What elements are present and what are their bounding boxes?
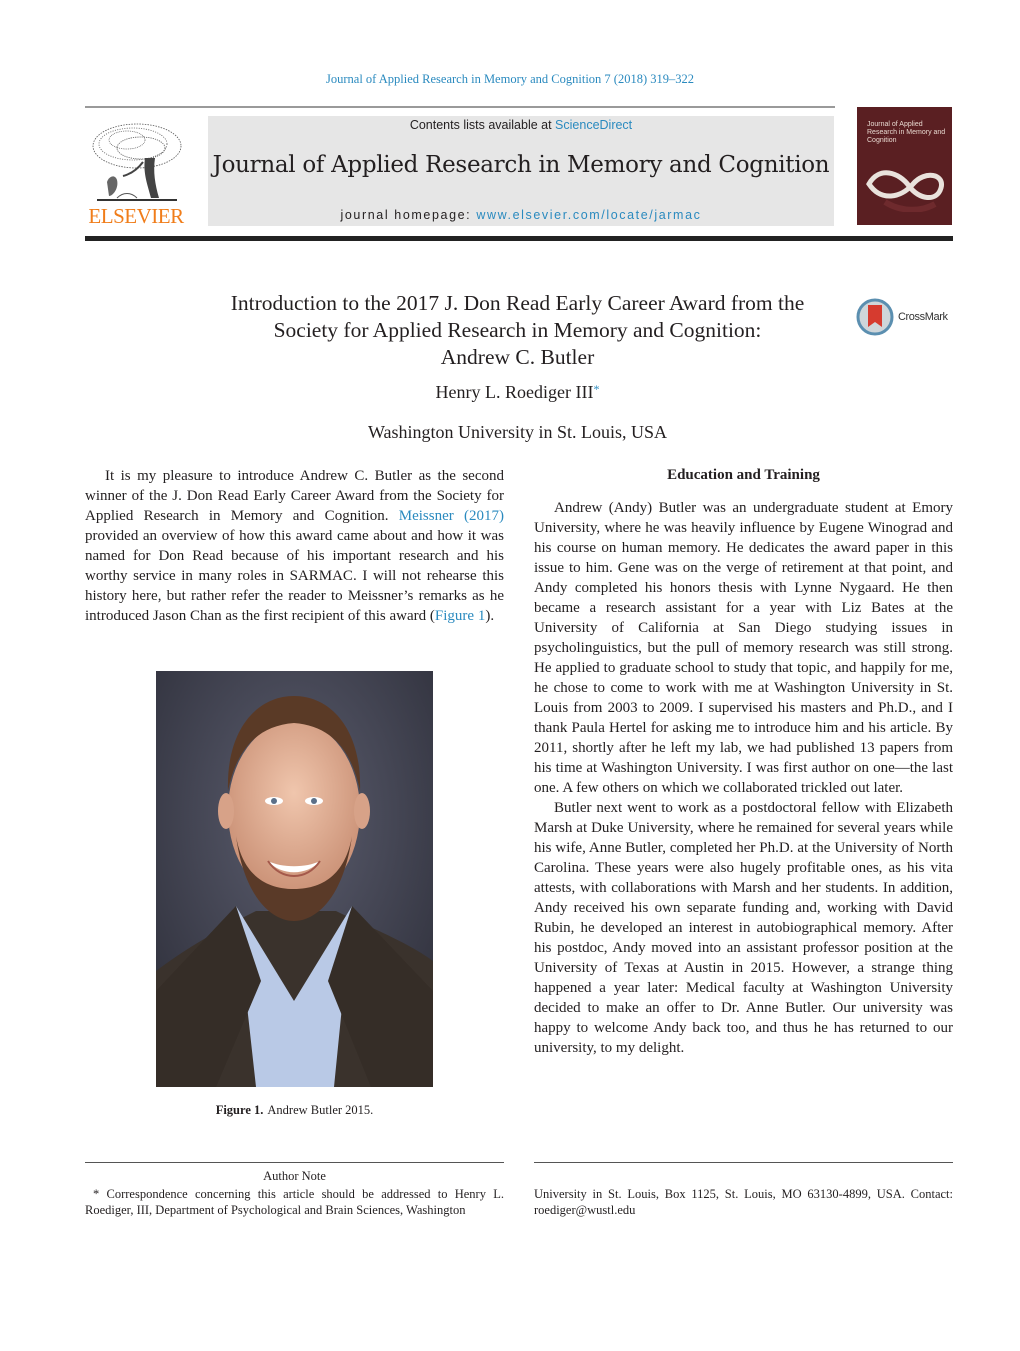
- author-note-title: Author Note: [263, 1169, 326, 1183]
- correspondence-footnote-continued: University in St. Louis, Box 1125, St. L…: [534, 1187, 953, 1217]
- elsevier-tree-icon: [87, 118, 185, 204]
- author-name: Henry L. Roediger III: [435, 382, 594, 402]
- author-affiliation: Washington University in St. Louis, USA: [367, 422, 668, 442]
- portrait-photo: [156, 671, 433, 1087]
- cover-title: Journal of Applied Research in Memory an…: [867, 121, 946, 144]
- journal-masthead: Contents lists available at ScienceDirec…: [208, 116, 834, 226]
- top-rule: [85, 106, 835, 108]
- elsevier-logo[interactable]: ELSEVIER: [85, 116, 187, 228]
- contents-line: Contents lists available at ScienceDirec…: [208, 118, 834, 132]
- crossmark-button[interactable]: CrossMark: [856, 297, 956, 337]
- body-paragraph: Butler next went to work as a postdoctor…: [534, 800, 953, 1056]
- elsevier-wordmark: ELSEVIER: [88, 204, 184, 228]
- figure-1-link[interactable]: Figure 1: [435, 608, 485, 624]
- footnote-rule: [85, 1162, 504, 1163]
- intro-paragraph: It is my pleasure to introduce Andrew C.…: [85, 466, 504, 626]
- author-footnote-mark[interactable]: *: [593, 382, 599, 396]
- title-line: Andrew C. Butler: [440, 345, 595, 369]
- figure-1-caption: Figure 1. Andrew Butler 2015.: [85, 1103, 504, 1118]
- author-line: Henry L. Roediger III*: [190, 382, 845, 403]
- figure-1-photo: [156, 671, 433, 1087]
- homepage-line: journal homepage: www.elsevier.com/locat…: [208, 208, 834, 222]
- journal-homepage-link[interactable]: www.elsevier.com/locate/jarmac: [476, 208, 701, 222]
- cover-ribbon-icon: [866, 170, 944, 212]
- citation-link-meissner[interactable]: Meissner (2017): [399, 508, 504, 524]
- title-line: Society for Applied Research in Memory a…: [273, 318, 762, 342]
- correspondence-footnote: * Correspondence concerning this article…: [85, 1187, 504, 1217]
- figure-label: Figure 1.: [215, 1103, 264, 1117]
- footnote-rule: [534, 1162, 953, 1163]
- article-title: Introduction to the 2017 J. Don Read Ear…: [190, 290, 845, 371]
- section-heading: Education and Training: [667, 467, 820, 483]
- contents-prefix: Contents lists available at: [409, 118, 556, 132]
- running-head[interactable]: Journal of Applied Research in Memory an…: [0, 72, 1020, 87]
- body-paragraph: Andrew (Andy) Butler was an undergraduat…: [534, 500, 953, 796]
- left-column: It is my pleasure to introduce Andrew C.…: [85, 466, 504, 626]
- right-column: Andrew (Andy) Butler was an undergraduat…: [534, 498, 953, 1058]
- journal-cover-thumbnail[interactable]: Journal of Applied Research in Memory an…: [857, 107, 952, 225]
- header-rule: [85, 236, 953, 241]
- homepage-prefix: journal homepage:: [340, 208, 477, 222]
- journal-name: Journal of Applied Research in Memory an…: [212, 152, 830, 178]
- crossmark-icon: [856, 298, 894, 336]
- title-line: Introduction to the 2017 J. Don Read Ear…: [230, 291, 805, 315]
- sciencedirect-link[interactable]: ScienceDirect: [555, 118, 632, 132]
- figure-caption-text: Andrew Butler 2015.: [267, 1103, 374, 1117]
- intro-text: ).: [485, 608, 495, 624]
- crossmark-label: CrossMark: [898, 311, 948, 323]
